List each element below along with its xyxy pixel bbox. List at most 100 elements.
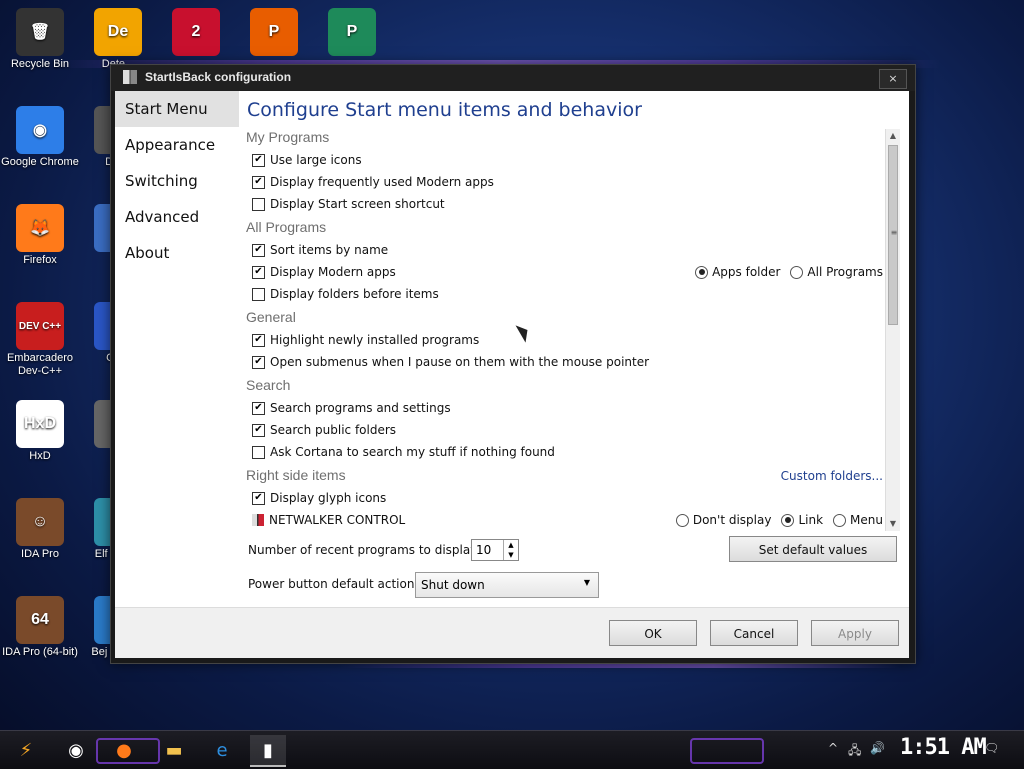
checkbox[interactable]: ✔: [252, 423, 265, 437]
nav-item-about[interactable]: About: [115, 235, 239, 271]
desktop-icon[interactable]: P: [234, 8, 314, 58]
section-search: Search: [246, 377, 291, 393]
desktop-icon[interactable]: P: [312, 8, 392, 58]
option-large-icons[interactable]: ✔ Use large icons: [252, 153, 362, 167]
checkbox[interactable]: ✔: [252, 243, 265, 257]
option-label: Display Start screen shortcut: [270, 197, 445, 211]
start-button-icon[interactable]: ⚡: [8, 735, 44, 765]
app-icon: P: [250, 8, 298, 56]
window-title: StartIsBack configuration: [145, 70, 292, 84]
network-icon[interactable]: 🖧: [848, 741, 861, 762]
radio-link[interactable]: Link: [781, 513, 823, 527]
scroll-down-arrow[interactable]: ▼: [886, 517, 900, 531]
nav-item-appearance[interactable]: Appearance: [115, 127, 239, 163]
option-label: Display glyph icons: [270, 491, 387, 505]
desktop-icon[interactable]: 🗑 Recycle Bin: [0, 8, 80, 71]
options-scroll-area[interactable]: My Programs ✔ Use large icons ✔ Display fr…: [239, 129, 897, 533]
chrome-taskbar-icon[interactable]: ◉: [58, 735, 94, 765]
checkbox[interactable]: [252, 287, 265, 301]
power-action-dropdown[interactable]: Shut down ▼: [415, 572, 599, 598]
app-icon: 🗑: [16, 8, 64, 56]
option-label: Display frequently used Modern apps: [270, 175, 494, 189]
set-default-values-button[interactable]: Set default values: [729, 536, 897, 562]
scrollbar-thumb[interactable]: ≡: [888, 145, 898, 325]
desktop-icon[interactable]: DEV C++ Embarcadero Dev-C++: [0, 302, 80, 378]
spin-down-icon[interactable]: ▼: [504, 550, 518, 560]
option-freq-modern[interactable]: ✔ Display frequently used Modern apps: [252, 175, 494, 189]
option-modern-apps[interactable]: ✔ Display Modern apps: [252, 265, 396, 279]
internet-explorer-icon[interactable]: e: [204, 735, 240, 765]
cancel-button[interactable]: Cancel: [710, 620, 798, 646]
grip-icon: ≡: [890, 228, 898, 237]
app-icon: 🦊: [16, 204, 64, 252]
custom-folders-link[interactable]: Custom folders...: [781, 469, 883, 483]
option-search-programs[interactable]: ✔ Search programs and settings: [252, 401, 451, 415]
checkbox[interactable]: [252, 197, 265, 211]
radio-button[interactable]: [695, 265, 709, 279]
startisback-taskbar-icon[interactable]: ▮: [250, 735, 286, 767]
taskbar-glow: [690, 738, 764, 764]
option-glyph-icons[interactable]: ✔ Display glyph icons: [252, 491, 386, 505]
firefox-taskbar-icon[interactable]: ●: [106, 735, 142, 765]
apply-button[interactable]: Apply: [811, 620, 899, 646]
file-explorer-icon[interactable]: ▬: [156, 735, 192, 765]
volume-icon[interactable]: 🔊: [870, 741, 885, 755]
desktop-icon-label: HxD: [29, 450, 51, 462]
option-folders-before[interactable]: Display folders before items: [252, 287, 439, 301]
recent-programs-spinner[interactable]: 10 ▲ ▼: [471, 539, 519, 561]
option-label: Highlight newly installed programs: [270, 333, 480, 347]
checkbox[interactable]: ✔: [252, 153, 265, 167]
radio-dont-display[interactable]: Don't display: [675, 513, 771, 527]
dropdown-value: Shut down: [421, 578, 485, 592]
dialog-footer: OK Cancel Apply: [115, 607, 909, 658]
spinner-value[interactable]: 10: [476, 543, 491, 557]
checkbox[interactable]: ✔: [252, 333, 265, 347]
radio-apps-folder[interactable]: Apps folder: [695, 265, 780, 279]
desktop-icon[interactable]: 2: [156, 8, 236, 58]
option-search-public[interactable]: ✔ Search public folders: [252, 423, 396, 437]
checkbox[interactable]: ✔: [252, 491, 265, 505]
nav-item-advanced[interactable]: Advanced: [115, 199, 239, 235]
radio-button[interactable]: [790, 265, 804, 279]
content-pane: Configure Start menu items and behavior …: [239, 91, 909, 657]
clock[interactable]: 1:51 AM: [900, 735, 987, 760]
tray-expand-icon[interactable]: ^: [828, 741, 838, 755]
radio-button[interactable]: [781, 513, 795, 527]
checkbox[interactable]: ✔: [252, 401, 265, 415]
nav-item-start-menu[interactable]: Start Menu: [115, 91, 239, 127]
desktop-icon[interactable]: 🦊 Firefox: [0, 204, 80, 267]
scroll-up-arrow[interactable]: ▲: [886, 129, 900, 143]
option-label: Sort items by name: [270, 243, 389, 257]
checkbox[interactable]: ✔: [252, 265, 265, 279]
desktop-icon[interactable]: DeDete...: [78, 8, 158, 71]
radio-button[interactable]: [833, 513, 847, 527]
checkbox[interactable]: [252, 445, 265, 459]
app-icon: 2: [172, 8, 220, 56]
desktop-icon[interactable]: ☺ IDA Pro: [0, 498, 80, 561]
window-client: Start Menu Appearance Switching Advanced…: [115, 91, 909, 658]
power-button-label: Power button default action:: [248, 577, 419, 591]
option-ask-cortana[interactable]: Ask Cortana to search my stuff if nothin…: [252, 445, 555, 459]
section-my-programs: My Programs: [246, 129, 330, 145]
option-sort-name[interactable]: ✔ Sort items by name: [252, 243, 388, 257]
checkbox[interactable]: ✔: [252, 355, 265, 369]
radio-button[interactable]: [675, 513, 689, 527]
close-button[interactable]: ×: [879, 69, 907, 89]
radio-all-programs[interactable]: All Programs: [790, 265, 883, 279]
radio-menu[interactable]: Menu: [833, 513, 883, 527]
option-highlight-new[interactable]: ✔ Highlight newly installed programs: [252, 333, 479, 347]
ok-button[interactable]: OK: [609, 620, 697, 646]
radio-label: Menu: [850, 513, 883, 527]
app-icon: ☺: [16, 498, 64, 546]
nav-item-switching[interactable]: Switching: [115, 163, 239, 199]
desktop-icon[interactable]: 64 IDA Pro (64-bit): [0, 596, 80, 659]
desktop-icon[interactable]: HxD HxD: [0, 400, 80, 463]
title-bar[interactable]: StartIsBack configuration ×: [111, 65, 915, 91]
option-start-screen[interactable]: Display Start screen shortcut: [252, 197, 445, 211]
desktop-icon[interactable]: ◉ Google Chrome: [0, 106, 80, 169]
checkbox[interactable]: ✔: [252, 175, 265, 189]
notifications-icon[interactable]: 🗨: [984, 741, 999, 755]
vertical-scrollbar[interactable]: ▲ ≡ ▼: [885, 129, 900, 531]
spin-up-icon[interactable]: ▲: [504, 540, 518, 550]
option-open-submenus[interactable]: ✔ Open submenus when I pause on them with…: [252, 355, 649, 369]
